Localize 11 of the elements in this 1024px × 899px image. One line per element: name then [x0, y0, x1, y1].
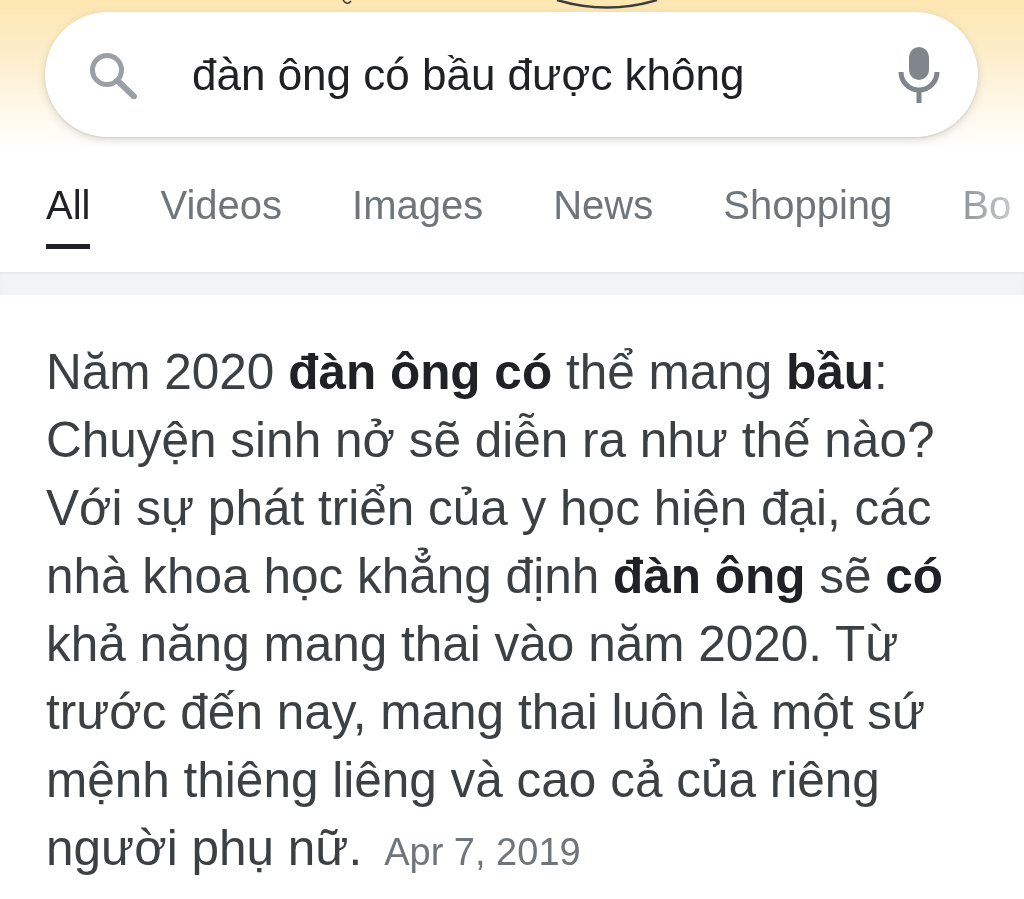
search-bar[interactable]: đàn ông có bầu được không: [45, 12, 978, 137]
microphone-icon[interactable]: [898, 46, 940, 103]
tab[interactable]: Images: [352, 181, 484, 249]
result-snippet: Năm 2020 đàn ông có thể mang bầu: Chuyện sinh nở sẽ diễn ra như thế nào? Với sự phát triển của y học hiện đại, các nhà khoa học khẳng định đàn ông sẽ có khả năng mang thai vào năm 2020. Từ trước đến nay, mang thai luôn là một sứ mệnh thiêng liêng và cao cả của riêng người phụ nữ. Apr 7, 2019: [46, 343, 944, 877]
search-field[interactable]: đàn ông có bầu được không: [192, 41, 878, 108]
tab[interactable]: Shopping: [723, 181, 893, 249]
search-icon[interactable]: [88, 50, 137, 99]
doodle-drawing: [342, 0, 352, 5]
tab[interactable]: Videos: [160, 181, 283, 249]
tab[interactable]: All: [46, 181, 91, 249]
tab[interactable]: News: [553, 181, 654, 249]
